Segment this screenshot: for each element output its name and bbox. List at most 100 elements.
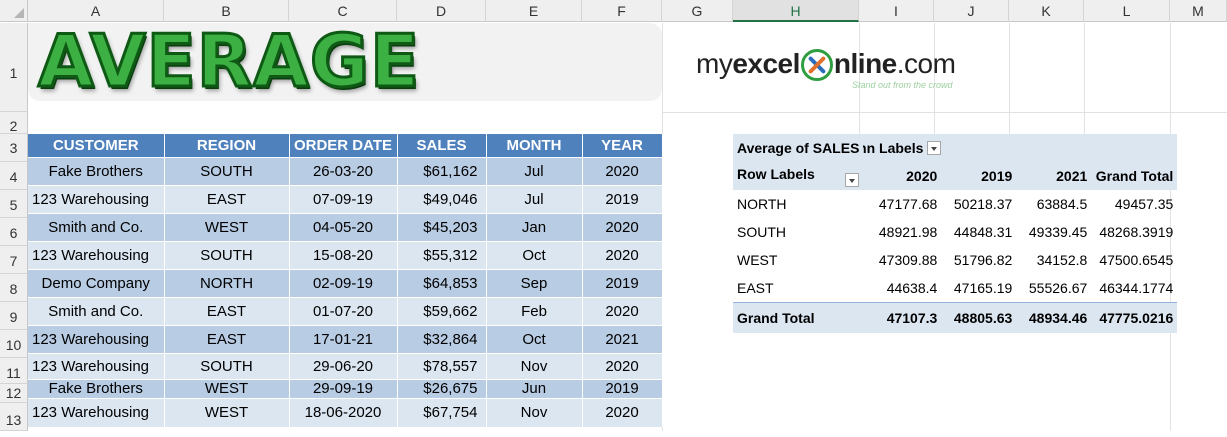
header-year[interactable]: YEAR xyxy=(582,134,663,158)
cell-order-date[interactable]: 15-08-20 xyxy=(289,241,398,270)
pivot-year-2020[interactable]: 2020 xyxy=(863,162,942,190)
cell-region[interactable]: EAST xyxy=(164,185,290,214)
cell-month[interactable]: Nov xyxy=(486,398,583,427)
row-header-7[interactable]: 7 xyxy=(0,246,28,274)
cell-region[interactable]: EAST xyxy=(164,325,290,354)
header-month[interactable]: MONTH xyxy=(486,134,583,158)
pivot-total-cell[interactable]: 47107.3 xyxy=(863,302,942,333)
pivot-cell[interactable]: 50218.37 xyxy=(941,190,1016,218)
cell-order-date[interactable]: 07-09-19 xyxy=(289,185,398,214)
pivot-cell[interactable]: 44638.4 xyxy=(863,274,941,303)
cell-order-date[interactable]: 02-09-19 xyxy=(289,269,398,298)
row-labels-filter-dropdown-icon[interactable] xyxy=(845,172,860,187)
pivot-cell[interactable]: 44848.31 xyxy=(941,218,1016,246)
column-header-e[interactable]: E xyxy=(486,0,582,22)
row-header-3[interactable]: 3 xyxy=(0,134,28,162)
header-sales[interactable]: SALES xyxy=(397,134,487,158)
pivot-cell[interactable]: 47165.19 xyxy=(941,274,1016,303)
cell-customer[interactable]: 123 Warehousing xyxy=(28,398,165,427)
pivot-cell[interactable]: 46344.1774 xyxy=(1091,274,1177,303)
cell-year[interactable]: 2021 xyxy=(582,325,663,354)
cell-sales[interactable]: $32,864 xyxy=(397,325,487,354)
pivot-row-label[interactable]: EAST xyxy=(733,274,863,303)
row-header-12[interactable]: 12 xyxy=(0,384,28,403)
pivot-cell[interactable]: 51796.82 xyxy=(941,246,1016,274)
pivot-cell[interactable]: 48268.3919 xyxy=(1091,218,1177,246)
cell-customer[interactable]: Demo Company xyxy=(28,269,165,298)
cell-order-date[interactable]: 17-01-21 xyxy=(289,325,398,354)
cell-sales[interactable]: $78,557 xyxy=(397,353,487,380)
cell-year[interactable]: 2019 xyxy=(582,269,663,298)
cell-region[interactable]: WEST xyxy=(164,379,290,399)
pivot-cell[interactable]: 48921.98 xyxy=(863,218,941,246)
cell-order-date[interactable]: 04-05-20 xyxy=(289,213,398,242)
row-header-1[interactable]: 1 xyxy=(0,23,28,112)
cell-year[interactable]: 2019 xyxy=(582,379,663,399)
column-labels-filter-dropdown-icon[interactable] xyxy=(927,141,942,155)
cell-order-date[interactable]: 18-06-2020 xyxy=(289,398,398,427)
column-header-i[interactable]: I xyxy=(859,0,934,22)
cell-customer[interactable]: Fake Brothers xyxy=(28,157,165,186)
row-header-2[interactable]: 2 xyxy=(0,112,28,134)
pivot-column-labels[interactable]: Column Labels xyxy=(863,134,942,162)
pivot-cell[interactable]: 34152.8 xyxy=(1016,246,1091,274)
cell-order-date[interactable]: 29-09-19 xyxy=(289,379,398,399)
header-customer[interactable]: CUSTOMER xyxy=(28,134,165,158)
pivot-year-2019[interactable]: 2019 xyxy=(941,162,1017,190)
row-header-11[interactable]: 11 xyxy=(0,358,28,384)
column-header-k[interactable]: K xyxy=(1009,0,1084,22)
pivot-cell[interactable]: 49457.35 xyxy=(1091,190,1177,218)
pivot-cell[interactable]: 47500.6545 xyxy=(1091,246,1177,274)
cell-sales[interactable]: $59,662 xyxy=(397,297,487,326)
cell-month[interactable]: Feb xyxy=(486,297,583,326)
cell-customer[interactable]: Fake Brothers xyxy=(28,379,165,399)
cell-region[interactable]: NORTH xyxy=(164,269,290,298)
cell-sales[interactable]: $45,203 xyxy=(397,213,487,242)
cell-month[interactable]: Oct xyxy=(486,241,583,270)
pivot-value-label[interactable]: Average of SALES xyxy=(733,134,864,162)
column-header-j[interactable]: J xyxy=(934,0,1009,22)
column-header-l[interactable]: L xyxy=(1084,0,1170,22)
cell-customer[interactable]: 123 Warehousing xyxy=(28,353,165,380)
row-header-8[interactable]: 8 xyxy=(0,274,28,302)
cell-sales[interactable]: $61,162 xyxy=(397,157,487,186)
cell-region[interactable]: WEST xyxy=(164,398,290,427)
column-header-g[interactable]: G xyxy=(662,0,733,22)
pivot-grand-total-label[interactable]: Grand Total xyxy=(733,302,864,333)
cell-month[interactable]: Jul xyxy=(486,185,583,214)
pivot-cell[interactable]: 47177.68 xyxy=(863,190,941,218)
pivot-row-label[interactable]: SOUTH xyxy=(733,218,863,246)
select-all-corner[interactable] xyxy=(0,0,28,22)
cell-month[interactable]: Jun xyxy=(486,379,583,399)
pivot-total-cell[interactable]: 48805.63 xyxy=(941,302,1017,333)
cell-region[interactable]: SOUTH xyxy=(164,241,290,270)
row-header-6[interactable]: 6 xyxy=(0,218,28,246)
pivot-row-labels[interactable]: Row Labels xyxy=(733,162,864,190)
pivot-row-label[interactable]: NORTH xyxy=(733,190,863,218)
row-header-10[interactable]: 10 xyxy=(0,330,28,358)
cell-year[interactable]: 2020 xyxy=(582,241,663,270)
cell-customer[interactable]: Smith and Co. xyxy=(28,297,165,326)
cell-month[interactable]: Nov xyxy=(486,353,583,380)
cell-sales[interactable]: $64,853 xyxy=(397,269,487,298)
cell-month[interactable]: Jul xyxy=(486,157,583,186)
row-header-4[interactable]: 4 xyxy=(0,162,28,190)
cell-region[interactable]: WEST xyxy=(164,213,290,242)
cell-sales[interactable]: $49,046 xyxy=(397,185,487,214)
pivot-year-2021[interactable]: 2021 xyxy=(1016,162,1092,190)
pivot-cell[interactable]: 55526.67 xyxy=(1016,274,1091,303)
pivot-total-cell[interactable]: 48934.46 xyxy=(1016,302,1092,333)
cell-year[interactable]: 2020 xyxy=(582,213,663,242)
pivot-cell[interactable]: 49339.45 xyxy=(1016,218,1091,246)
cell-sales[interactable]: $55,312 xyxy=(397,241,487,270)
column-header-f[interactable]: F xyxy=(582,0,662,22)
cell-year[interactable]: 2020 xyxy=(582,297,663,326)
cell-region[interactable]: EAST xyxy=(164,297,290,326)
row-header-13[interactable]: 13 xyxy=(0,403,28,431)
cell-order-date[interactable]: 01-07-20 xyxy=(289,297,398,326)
pivot-total-cell[interactable]: 47775.0216 xyxy=(1091,302,1178,333)
cell-customer[interactable]: 123 Warehousing xyxy=(28,325,165,354)
cell-year[interactable]: 2019 xyxy=(582,185,663,214)
cell-customer[interactable]: Smith and Co. xyxy=(28,213,165,242)
cell-sales[interactable]: $26,675 xyxy=(397,379,487,399)
